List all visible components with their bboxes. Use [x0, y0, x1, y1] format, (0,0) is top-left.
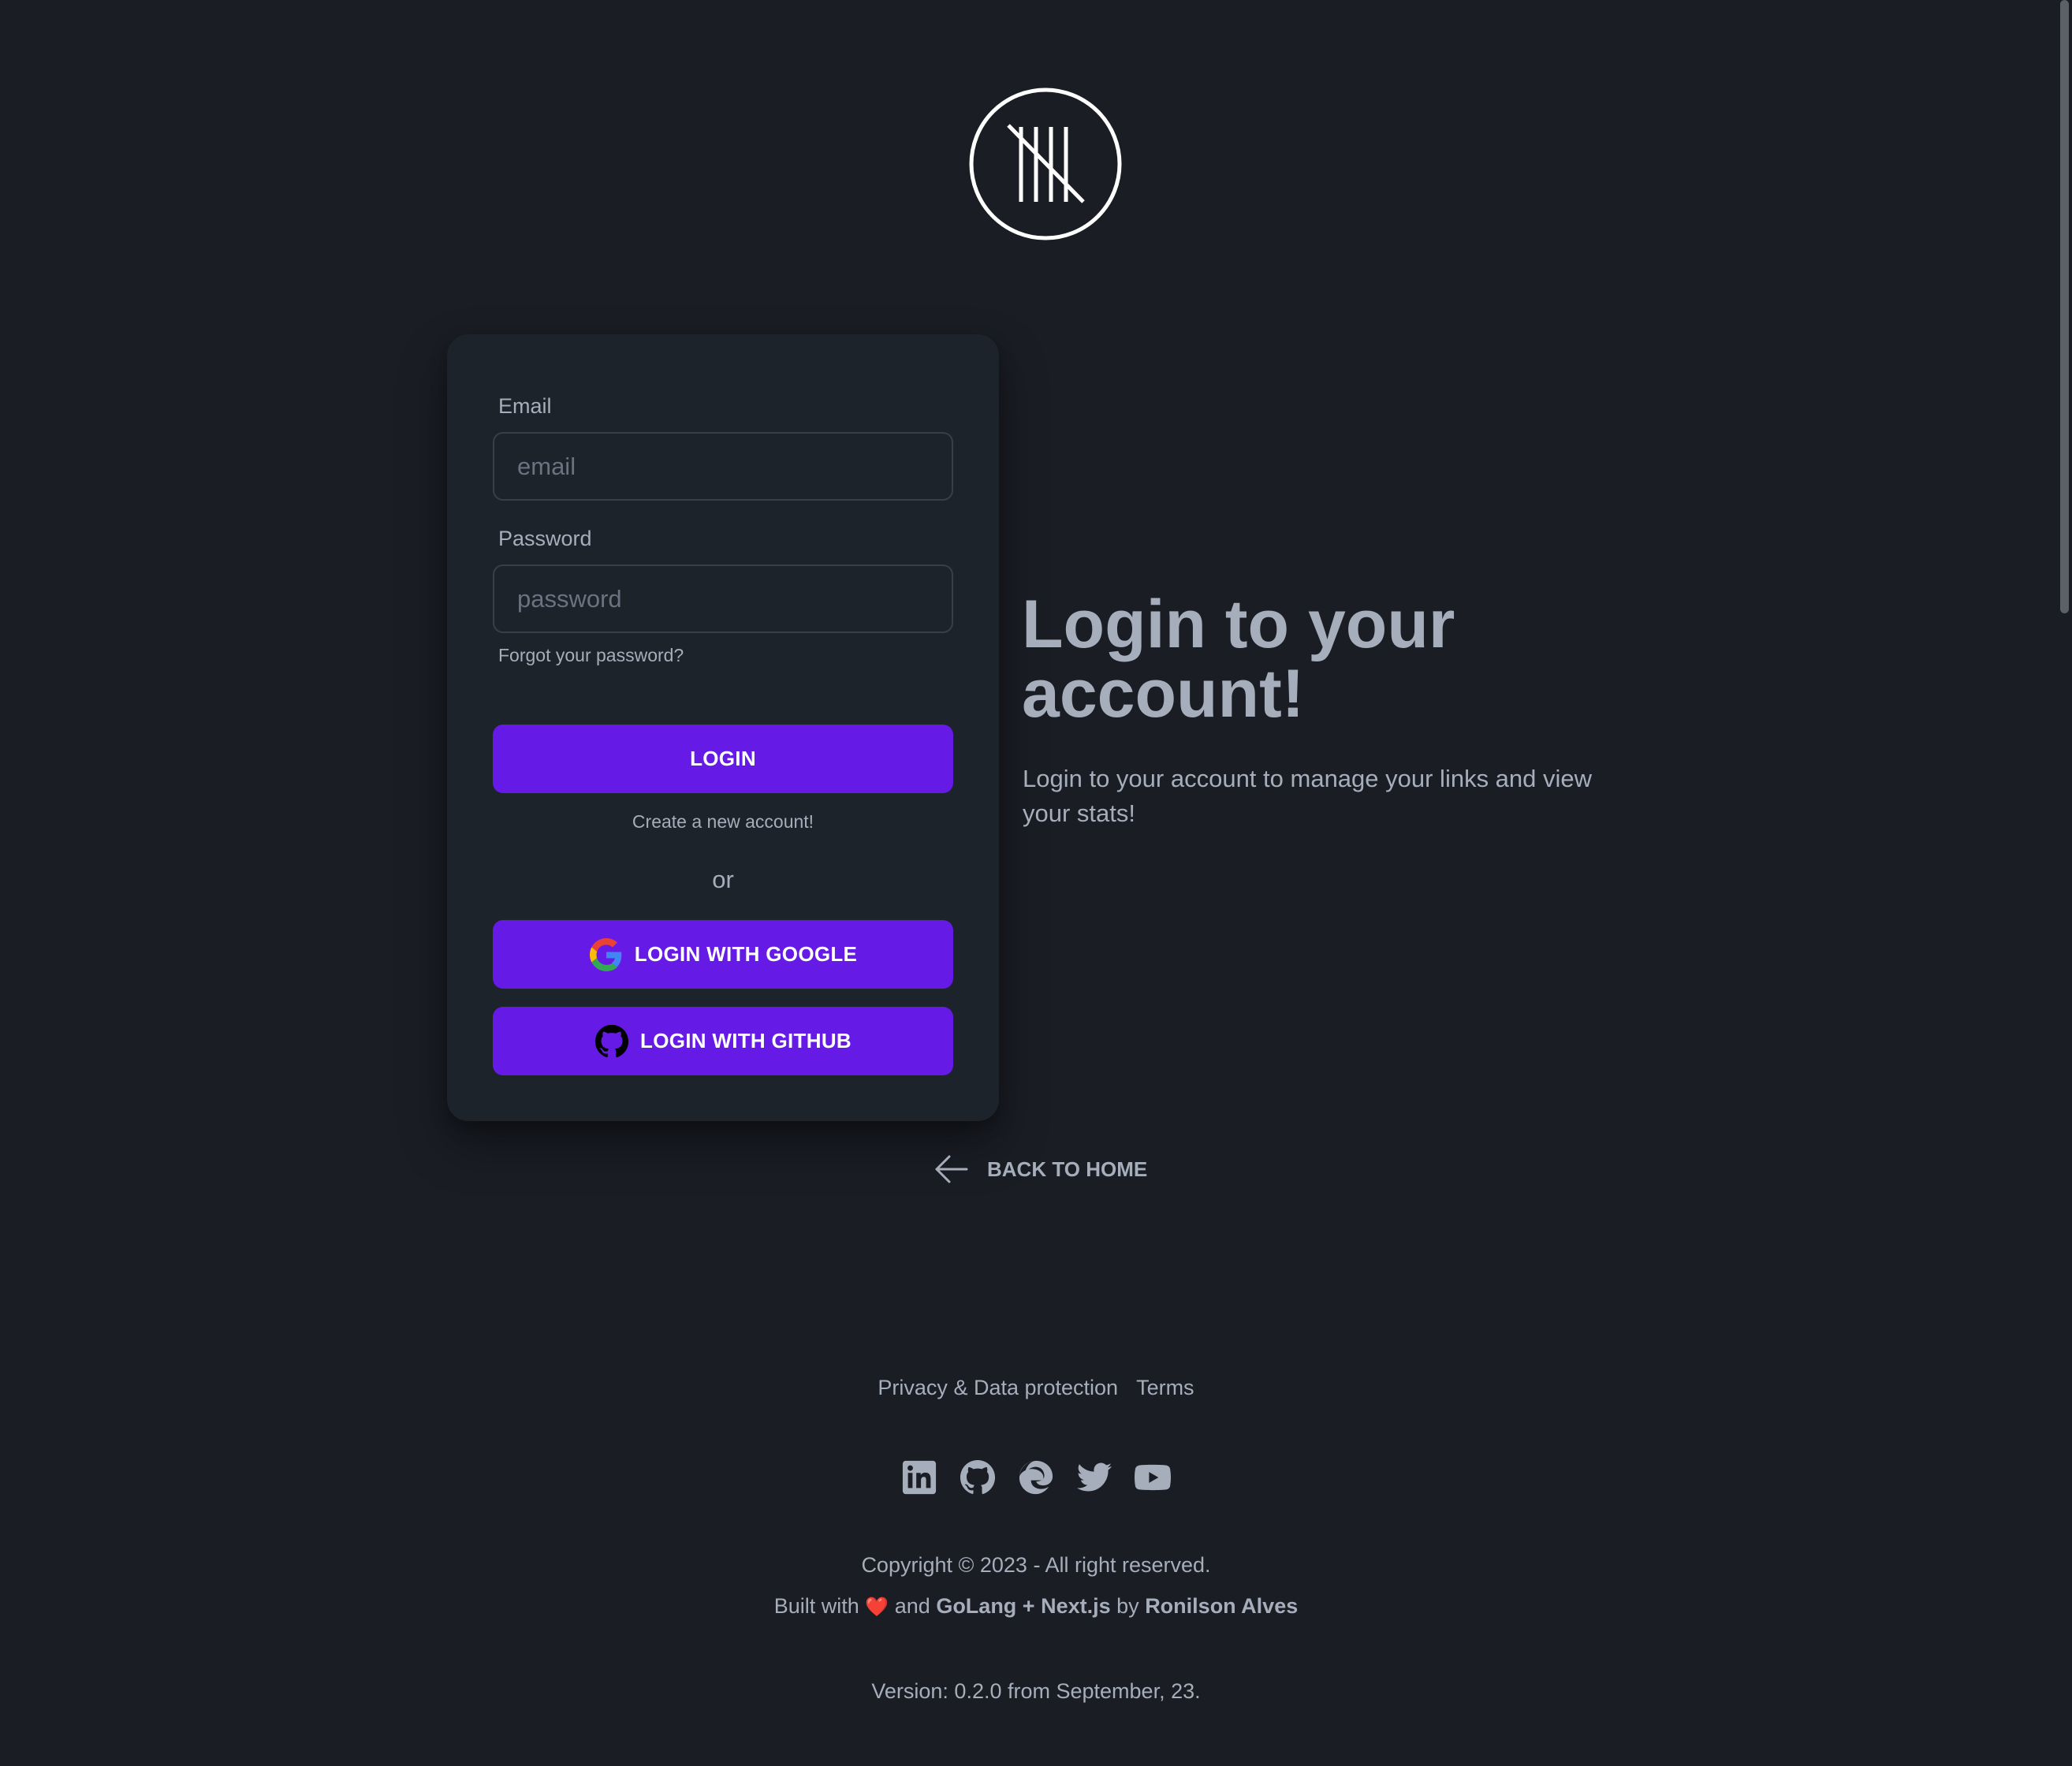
built-author-link[interactable]: Ronilson Alves: [1145, 1594, 1298, 1618]
scrollbar-thumb[interactable]: [2060, 0, 2069, 613]
youtube-icon[interactable]: [1135, 1459, 1171, 1496]
built-by: by: [1116, 1594, 1139, 1618]
login-button[interactable]: LOGIN: [493, 725, 953, 793]
heart-icon: ❤️: [865, 1596, 889, 1618]
forgot-password-link[interactable]: Forgot your password?: [498, 645, 684, 666]
privacy-link[interactable]: Privacy & Data protection: [878, 1376, 1118, 1400]
footer-links: Privacy & Data protection Terms: [0, 1376, 2072, 1400]
edge-icon[interactable]: [1018, 1459, 1054, 1496]
page-scrollbar[interactable]: [2056, 0, 2072, 1766]
back-to-home-link[interactable]: BACK TO HOME: [934, 1151, 1147, 1187]
login-button-label: LOGIN: [690, 747, 756, 770]
tally-marks-logo[interactable]: [969, 88, 1122, 240]
create-account-link[interactable]: Create a new account!: [447, 811, 999, 833]
login-with-github-label: LOGIN WITH GITHUB: [640, 1029, 852, 1053]
login-with-github-button[interactable]: LOGIN WITH GITHUB: [493, 1007, 953, 1075]
google-icon: [589, 937, 624, 972]
built-and: and: [894, 1594, 930, 1618]
version-info: Version: 0.2.0 from September, 23.: [871, 1679, 1201, 1703]
terms-link[interactable]: Terms: [1136, 1376, 1194, 1400]
login-with-google-label: LOGIN WITH GOOGLE: [634, 942, 858, 966]
login-with-google-button[interactable]: LOGIN WITH GOOGLE: [493, 920, 953, 989]
twitter-icon[interactable]: [1076, 1459, 1112, 1496]
linkedin-icon[interactable]: [901, 1459, 937, 1496]
copyright: Copyright © 2023 - All right reserved.: [861, 1553, 1211, 1577]
page-title: Login to your account!: [1022, 587, 1455, 732]
page-subtitle: Login to your account to manage your lin…: [1023, 765, 1593, 827]
email-label: Email: [498, 394, 552, 418]
password-label: Password: [498, 527, 592, 550]
email-input[interactable]: [493, 432, 953, 501]
arrow-left-icon: [934, 1153, 970, 1185]
or-divider: or: [712, 866, 734, 893]
built-with-credit: Built with ❤️ and GoLang + Next.js by Ro…: [0, 1594, 2072, 1619]
password-input[interactable]: [493, 564, 953, 633]
back-to-home-label: BACK TO HOME: [987, 1157, 1148, 1181]
login-card: Email Password Forgot your password? LOG…: [447, 334, 999, 1121]
social-links: [901, 1459, 1171, 1496]
built-prefix: Built with: [773, 1594, 859, 1618]
github-icon[interactable]: [960, 1459, 996, 1496]
built-tech-link[interactable]: GoLang + Next.js: [936, 1594, 1110, 1618]
github-icon: [594, 1024, 629, 1059]
